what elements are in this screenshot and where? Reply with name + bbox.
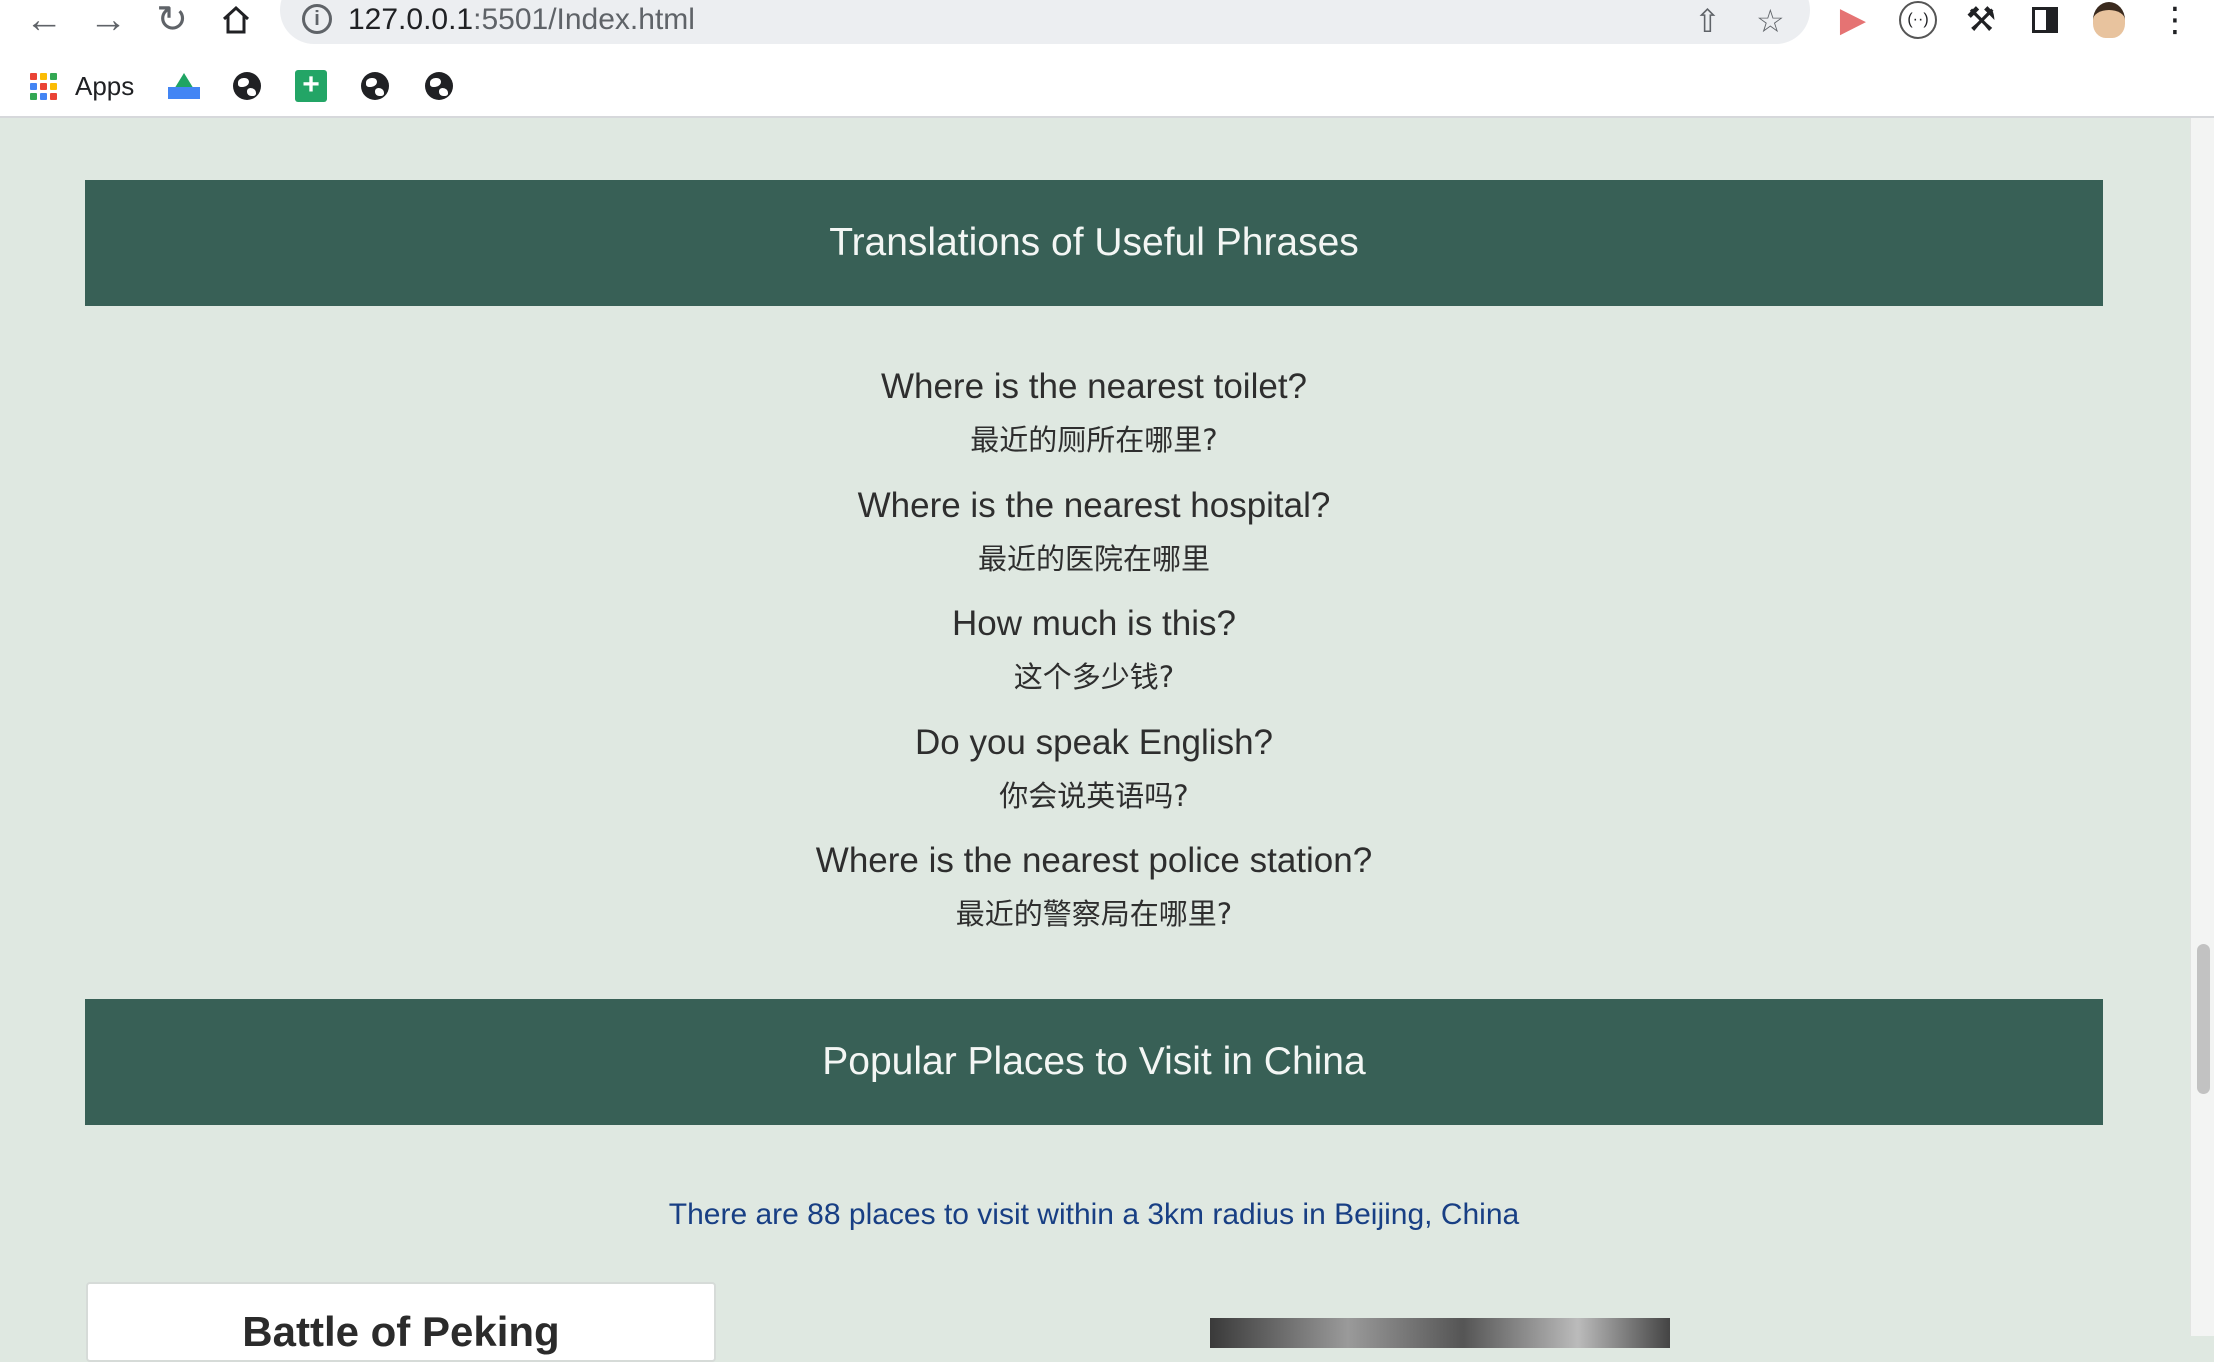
- google-drive-icon: [168, 73, 200, 99]
- address-bar[interactable]: i 127.0.0.1:5501/Index.html ⇧ ☆: [280, 0, 1810, 44]
- bookmark-apps-label: Apps: [75, 70, 135, 101]
- extension-icon[interactable]: (··): [1895, 0, 1941, 40]
- places-summary: There are 88 places to visit within a 3k…: [668, 1198, 1520, 1231]
- bookmark-apps[interactable]: Apps: [30, 66, 134, 106]
- places-heading: Popular Places to Visit in China: [822, 1040, 1366, 1083]
- phrase-chinese: 最近的医院在哪里: [977, 541, 1210, 576]
- url-text[interactable]: 127.0.0.1:5501/Index.html: [348, 3, 695, 37]
- phrases-heading-banner: Translations of Useful Phrases: [85, 180, 2103, 306]
- phrase-chinese: 最近的警察局在哪里?: [955, 897, 1233, 931]
- place-card[interactable]: Battle of Peking: [86, 1282, 716, 1362]
- apps-grid-icon: [30, 72, 57, 100]
- kebab-menu-icon[interactable]: ⋮: [2152, 0, 2198, 40]
- globe-icon: [425, 72, 453, 100]
- record-extension-icon[interactable]: ▶: [1830, 0, 1876, 40]
- star-icon[interactable]: ☆: [1756, 2, 1785, 40]
- forward-arrow-icon[interactable]: →: [80, 0, 136, 40]
- bookmarks-bar: Apps +: [0, 56, 2214, 118]
- reload-icon[interactable]: ↻: [144, 0, 200, 40]
- phrase-english: Do you speak English?: [915, 722, 1273, 762]
- bookmark-google-sheets[interactable]: +: [295, 66, 327, 106]
- puzzle-icon[interactable]: ⚒: [1958, 0, 2004, 40]
- phrase-chinese: 你会说英语吗?: [999, 778, 1189, 813]
- share-icon[interactable]: ⇧: [1694, 2, 1721, 40]
- bookmark-google-drive[interactable]: [168, 66, 200, 106]
- info-icon[interactable]: i: [302, 4, 332, 34]
- phrase-english: Where is the nearest hospital?: [857, 485, 1331, 525]
- phrase-chinese: 这个多少钱?: [1013, 660, 1175, 694]
- avatar[interactable]: [2086, 0, 2132, 40]
- page-scrollbar[interactable]: [2190, 118, 2214, 1336]
- phrase-item: Where is the nearest toilet? 最近的厕所在哪里?: [85, 356, 2103, 475]
- places-heading-banner: Popular Places to Visit in China: [85, 999, 2103, 1125]
- phrase-chinese: 最近的厕所在哪里?: [970, 423, 1218, 457]
- back-arrow-icon[interactable]: ←: [16, 0, 72, 40]
- bookmark-globe-1[interactable]: [233, 66, 261, 106]
- phrase-list: Where is the nearest toilet? 最近的厕所在哪里? W…: [85, 356, 2103, 949]
- phrase-item: Where is the nearest hospital? 最近的医院在哪里: [85, 475, 2103, 594]
- scrollbar-thumb[interactable]: [2197, 944, 2210, 1094]
- phrase-item: How much is this? 这个多少钱?: [85, 593, 2103, 712]
- phrases-heading: Translations of Useful Phrases: [829, 221, 1359, 264]
- side-panel-icon[interactable]: [2022, 0, 2068, 40]
- home-icon[interactable]: [208, 0, 264, 40]
- phrase-item: Where is the nearest police station? 最近的…: [85, 830, 2103, 949]
- phrase-item: Do you speak English? 你会说英语吗?: [85, 712, 2103, 831]
- bookmark-globe-3[interactable]: [425, 66, 453, 106]
- bookmark-globe-2[interactable]: [361, 66, 389, 106]
- phrase-english: How much is this?: [952, 604, 1236, 643]
- place-card-title: Battle of Peking: [242, 1308, 560, 1355]
- phrase-english: Where is the nearest toilet?: [880, 367, 1308, 406]
- globe-icon: [361, 72, 389, 100]
- place-photo: [1210, 1318, 1670, 1348]
- globe-icon: [233, 72, 261, 100]
- google-sheets-icon: +: [295, 70, 327, 102]
- phrase-english: Where is the nearest police station?: [815, 841, 1373, 880]
